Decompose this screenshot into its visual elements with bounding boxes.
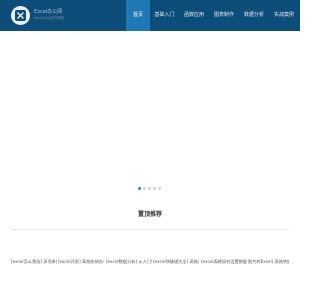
nav-item-basics[interactable]: 基础入门 <box>150 0 179 31</box>
carousel-dot[interactable] <box>158 187 161 190</box>
section-divider <box>11 229 289 230</box>
list-item[interactable]: [excel数据分析] 从入门到... <box>106 259 152 265</box>
recommended-list: [excel怎么筛选] 多项参数... [excel开发] 高效收纳办公... … <box>11 259 300 271</box>
list-item[interactable]: [excel快捷键大全] 高效办... <box>153 259 199 265</box>
hero-carousel[interactable] <box>0 31 300 201</box>
list-item[interactable]: 图片转Excel] 高效转换表... <box>248 259 289 265</box>
list-item[interactable]: [excel怎么筛选] 多项参数... <box>11 259 57 265</box>
carousel-dot[interactable] <box>153 187 156 190</box>
list-item[interactable]: [excel开发] 高效收纳办公... <box>58 259 104 265</box>
carousel-dot[interactable] <box>138 187 141 190</box>
main-nav: 首页 基础入门 函数应用 图表制作 数据分析 实战案例 <box>126 0 300 31</box>
nav-item-data-analysis[interactable]: 数据分析 <box>239 0 269 31</box>
nav-item-charts[interactable]: 图表制作 <box>209 0 239 31</box>
nav-item-cases[interactable]: 实战案例 <box>269 0 299 31</box>
site-title: Excel办公网 <box>34 9 63 15</box>
nav-item-functions[interactable]: 函数应用 <box>179 0 209 31</box>
carousel-dot[interactable] <box>143 187 146 190</box>
carousel-indicators <box>138 187 162 191</box>
site-logo[interactable]: Excel办公网 excel办公技巧教程 <box>11 6 81 26</box>
section-title: 置顶推荐 <box>137 211 162 218</box>
site-subtitle: excel办公技巧教程 <box>34 16 65 20</box>
logo-icon <box>11 6 30 25</box>
list-item[interactable]: [excel表格如何设置数据... <box>201 259 247 265</box>
carousel-dot[interactable] <box>148 187 151 190</box>
nav-item-home[interactable]: 首页 <box>126 0 150 31</box>
top-navbar: Excel办公网 excel办公技巧教程 首页 基础入门 函数应用 图表制作 数… <box>0 0 300 31</box>
